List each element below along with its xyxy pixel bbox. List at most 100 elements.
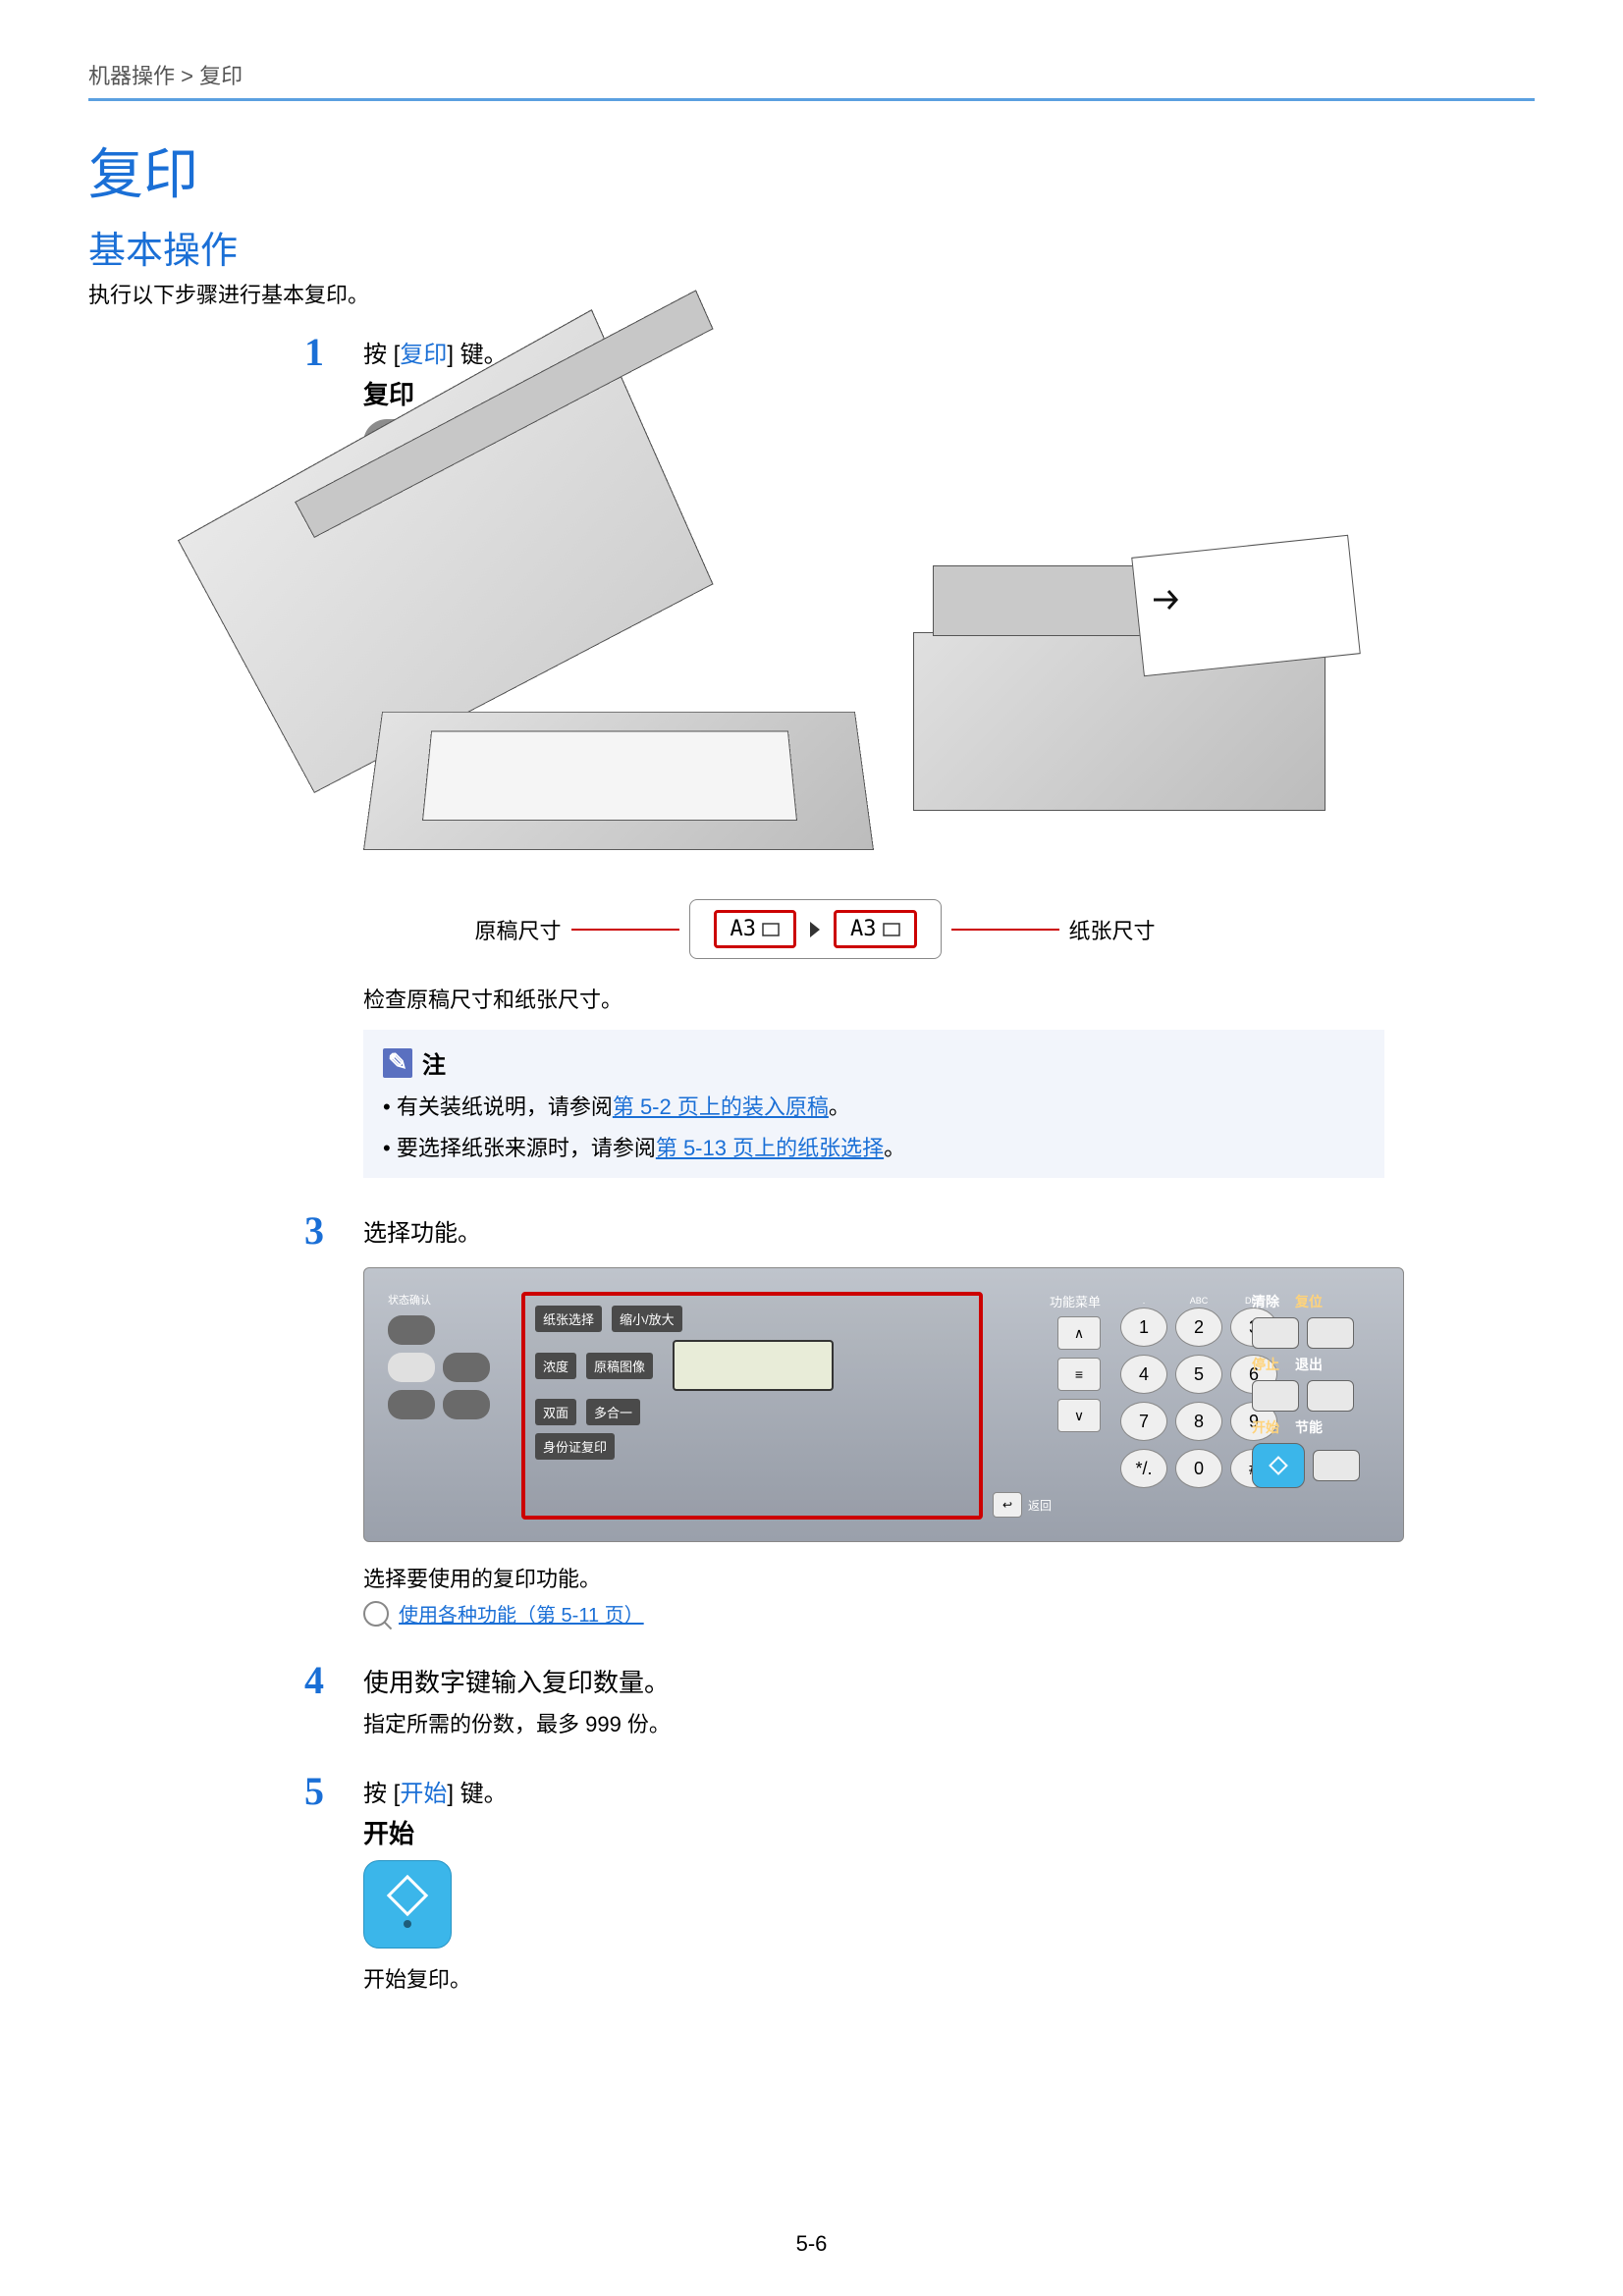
breadcrumb: 机器操作 > 复印: [88, 59, 1535, 90]
step-4-desc: 指定所需的份数，最多 999 份。: [363, 1707, 1535, 1738]
paper-selection-link[interactable]: 第 5-13 页上的纸张选择: [656, 1136, 884, 1160]
key-0[interactable]: 0: [1175, 1449, 1222, 1488]
stop-button[interactable]: [1252, 1380, 1299, 1412]
step-1-title: 按 [复印] 键。: [363, 342, 508, 368]
note-item: • 有关装纸说明，请参阅第 5-2 页上的装入原稿。: [383, 1090, 1365, 1121]
return-label: 返回: [1028, 1497, 1052, 1514]
start-label: 开始: [1252, 1417, 1287, 1437]
key-sublabel: .: [1120, 1296, 1167, 1306]
text: • 有关装纸说明，请参阅: [383, 1095, 613, 1119]
start-hw-button[interactable]: [363, 1860, 452, 1949]
key-sublabel: ABC: [1175, 1296, 1222, 1306]
density-button[interactable]: 浓度: [535, 1353, 576, 1379]
copy-keyword: 复印: [400, 342, 447, 368]
original-size-label: 原稿尺寸: [474, 914, 561, 945]
key-5[interactable]: 5: [1175, 1355, 1222, 1394]
reset-button[interactable]: [1307, 1317, 1354, 1349]
page-title: 复印: [88, 131, 1535, 210]
size-display: A3 A3: [689, 899, 942, 959]
step-4-title: 使用数字键输入复印数量。: [363, 1663, 1535, 1699]
key-2[interactable]: 2: [1175, 1308, 1222, 1347]
functions-ref-link[interactable]: 使用各种功能（第 5-11 页）: [399, 1599, 644, 1628]
step-number: 3: [304, 1207, 363, 1254]
step-4: 4 使用数字键输入复印数量。 指定所需的份数，最多 999 份。: [304, 1657, 1535, 1738]
energy-button[interactable]: [1313, 1450, 1360, 1481]
panel-menu-nav: 功能菜单 ∧ ≡ ∨: [993, 1292, 1101, 1440]
reset-label: 复位: [1295, 1292, 1330, 1311]
original-size-value: A3: [730, 917, 757, 941]
status-hw-button[interactable]: [388, 1315, 435, 1345]
orig-image-button[interactable]: 原稿图像: [586, 1353, 653, 1379]
ok-button[interactable]: ≡: [1057, 1358, 1101, 1391]
scan-hw-button[interactable]: [443, 1353, 490, 1382]
section-title: 基本操作: [88, 220, 1535, 274]
start-icon: [1269, 1456, 1288, 1475]
lcd-display: [673, 1340, 834, 1391]
landscape-icon: [762, 923, 780, 936]
text: 按 [: [363, 1781, 400, 1807]
step-3-title: 选择功能。: [363, 1213, 1535, 1248]
combine-button[interactable]: 多合一: [586, 1399, 640, 1425]
note-icon: ✎: [383, 1048, 412, 1078]
intro-text: 执行以下步骤进行基本复印。: [88, 278, 1535, 309]
text: 。: [829, 1095, 850, 1119]
logout-button[interactable]: [1307, 1380, 1354, 1412]
key-8[interactable]: 8: [1175, 1402, 1222, 1441]
paper-size-box: A3: [834, 910, 917, 948]
clear-label: 清除: [1252, 1292, 1287, 1311]
landscape-icon: [883, 923, 900, 936]
step-3: 3 选择功能。 状态确认: [304, 1207, 1535, 1628]
step-5-title: 按 [开始] 键。: [363, 1781, 508, 1807]
text: • 要选择纸张来源时，请参阅: [383, 1136, 656, 1160]
scanner-illustration: [363, 556, 874, 850]
function-menu-label: 功能菜单: [993, 1292, 1101, 1310]
duplex-button[interactable]: 双面: [535, 1399, 576, 1425]
logout-label: 退出: [1295, 1355, 1330, 1374]
step-3-aftertext: 选择要使用的复印功能。: [363, 1562, 1535, 1593]
key-7[interactable]: 7: [1120, 1402, 1167, 1441]
step-number: 5: [304, 1768, 363, 1814]
energy-label: 节能: [1295, 1417, 1330, 1437]
magnifier-icon: [363, 1601, 389, 1627]
arrow-icon: [810, 922, 820, 937]
control-panel-illustration: 状态确认: [363, 1267, 1404, 1542]
note-heading: 注: [422, 1045, 446, 1080]
paper-size-label: 纸张尺寸: [1069, 914, 1156, 945]
start-keyword: 开始: [400, 1781, 447, 1807]
status-label: 状态确认: [388, 1292, 506, 1308]
check-size-text: 检查原稿尺寸和纸张尺寸。: [363, 983, 1535, 1014]
down-arrow-button[interactable]: ∨: [1057, 1399, 1101, 1432]
up-arrow-button[interactable]: ∧: [1057, 1316, 1101, 1350]
key-1[interactable]: 1: [1120, 1308, 1167, 1347]
paper-select-button[interactable]: 纸张选择: [535, 1306, 602, 1332]
back-button[interactable]: ↩: [993, 1492, 1022, 1518]
step-2: 2 放置原稿。: [304, 496, 1535, 1178]
page-number: 5-6: [0, 2231, 1623, 2257]
callout-line: [951, 929, 1059, 931]
key-4[interactable]: 4: [1120, 1355, 1167, 1394]
feeder-illustration: [913, 556, 1325, 811]
callout-line: [571, 929, 679, 931]
zoom-button[interactable]: 缩小/放大: [612, 1306, 682, 1332]
panel-left-group: 状态确认: [388, 1292, 506, 1419]
original-size-box: A3: [714, 910, 797, 948]
start-button-label: 开始: [363, 1814, 1535, 1850]
panel-control-buttons: 清除 复位 停止 退出: [1252, 1292, 1380, 1488]
key-star[interactable]: */.: [1120, 1449, 1167, 1488]
feed-arrow-icon: [1149, 585, 1188, 614]
clear-button[interactable]: [1252, 1317, 1299, 1349]
step-5: 5 按 [开始] 键。 开始 开始复印。: [304, 1768, 1535, 1994]
start-button[interactable]: [1252, 1443, 1305, 1488]
panel-function-area: 纸张选择 缩小/放大 浓度 原稿图像 双面 多合一: [521, 1292, 983, 1520]
step-number: 4: [304, 1657, 363, 1703]
copy-hw-button[interactable]: [388, 1353, 435, 1382]
note-box: ✎ 注 • 有关装纸说明，请参阅第 5-2 页上的装入原稿。 • 要选择纸张来源…: [363, 1030, 1384, 1178]
step-5-after: 开始复印。: [363, 1962, 1535, 1994]
printbox-hw-button[interactable]: [388, 1390, 435, 1419]
step-number: 1: [304, 329, 363, 375]
idcard-button[interactable]: 身份证复印: [535, 1433, 615, 1460]
load-originals-link[interactable]: 第 5-2 页上的装入原稿: [613, 1095, 829, 1119]
text: 。: [884, 1136, 905, 1160]
misc-hw-button[interactable]: [443, 1390, 490, 1419]
indicator-dot: [404, 1920, 411, 1928]
